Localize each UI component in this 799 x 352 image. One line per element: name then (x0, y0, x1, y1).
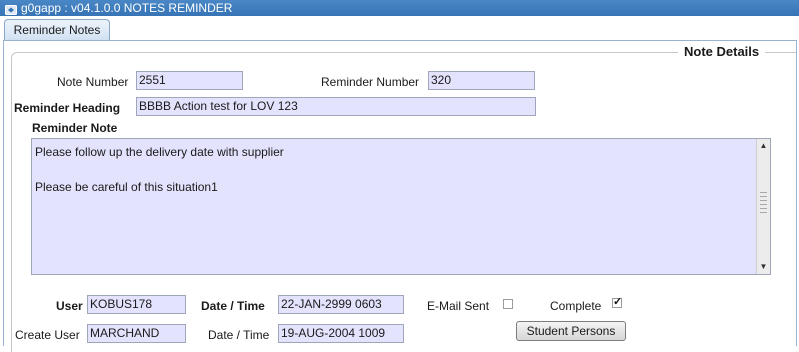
date-time-label: Date / Time (201, 299, 265, 313)
app-window-icon[interactable] (5, 3, 17, 15)
note-number-field[interactable]: 2551 (136, 71, 243, 90)
note-line: Please be careful of this situation1 (35, 180, 218, 194)
email-sent-checkbox[interactable] (503, 299, 513, 309)
reminder-note-label: Reminder Note (32, 121, 118, 135)
reminder-number-label: Reminder Number (321, 75, 420, 89)
checkmark-icon: ✓ (613, 296, 623, 308)
email-sent-label: E-Mail Sent (427, 299, 490, 313)
reminder-number-field[interactable]: 320 (428, 71, 535, 90)
date-time-field[interactable]: 22-JAN-2999 0603 (278, 295, 404, 314)
tab-strip: Reminder Notes (0, 16, 799, 41)
create-date-time-label: Date / Time (208, 328, 270, 342)
window-title-bar: g0gapp : v04.1.0.0 NOTES REMINDER (0, 0, 799, 16)
reminder-heading-label: Reminder Heading (14, 101, 121, 115)
group-title: Note Details (678, 43, 766, 61)
complete-checkbox[interactable]: ✓ (612, 296, 623, 308)
note-line: Please follow up the delivery date with … (35, 145, 284, 159)
create-user-field[interactable]: MARCHAND (87, 324, 186, 343)
note-number-label: Note Number (57, 75, 129, 89)
reminder-heading-field[interactable]: BBBB Action test for LOV 123 (136, 97, 536, 116)
tab-reminder-notes[interactable]: Reminder Notes (4, 19, 110, 41)
complete-label: Complete (550, 299, 602, 313)
reminder-note-textarea[interactable]: Please follow up the delivery date with … (31, 138, 771, 275)
window-title: g0gapp : v04.1.0.0 NOTES REMINDER (21, 1, 233, 15)
user-field[interactable]: KOBUS178 (87, 295, 186, 314)
scroll-up-arrow-icon[interactable]: ▲ (758, 140, 769, 152)
create-date-time-field[interactable]: 19-AUG-2004 1009 (278, 324, 404, 343)
user-label: User (56, 299, 83, 313)
scroll-down-arrow-icon[interactable]: ▼ (758, 261, 769, 273)
create-user-label: Create User (15, 328, 80, 342)
note-scrollbar[interactable]: ▲ ▼ (756, 139, 770, 274)
scroll-grip-icon[interactable] (760, 192, 767, 216)
student-persons-button[interactable]: Student Persons (516, 321, 626, 341)
